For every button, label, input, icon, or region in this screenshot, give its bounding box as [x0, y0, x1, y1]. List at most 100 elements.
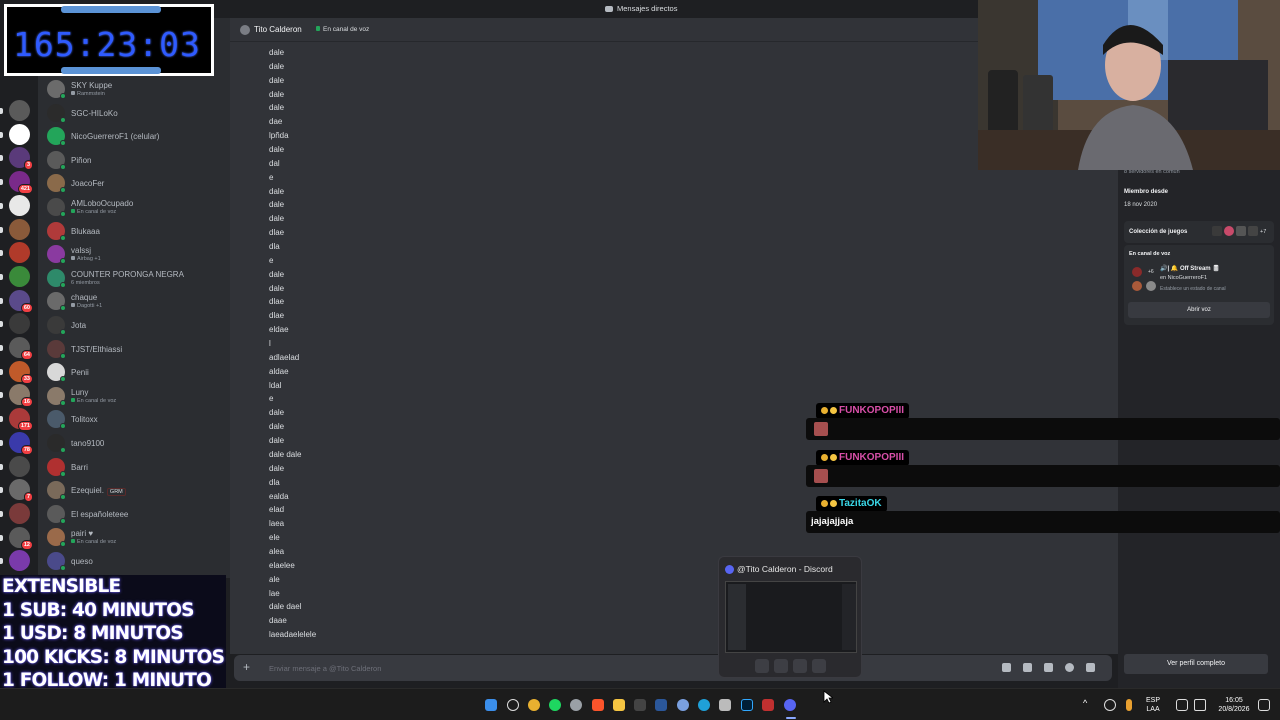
- add-attachment-icon[interactable]: +: [243, 661, 250, 673]
- dm-item[interactable]: pairi ♥ En canal de voz: [44, 526, 224, 548]
- taskbar-preview[interactable]: @Tito Calderon - Discord: [718, 556, 862, 678]
- dm-item[interactable]: SKY Kuppe Rammstein: [44, 78, 224, 100]
- calculator-icon[interactable]: [719, 699, 731, 711]
- dm-activity: En canal de voz: [71, 539, 116, 545]
- camera-icon[interactable]: [755, 659, 769, 673]
- preview-thumbnail[interactable]: [725, 581, 857, 653]
- server-icon[interactable]: [9, 550, 30, 572]
- copilot-icon[interactable]: [677, 699, 689, 711]
- dm-item[interactable]: Piñon: [44, 149, 224, 171]
- rockstar-icon[interactable]: [762, 699, 774, 711]
- server-icon[interactable]: 64: [9, 337, 33, 360]
- dm-item[interactable]: SGC-HILoKo: [44, 102, 224, 124]
- webcam-image: [978, 0, 1280, 170]
- server-icon[interactable]: [9, 313, 30, 335]
- recipient-avatar[interactable]: [240, 25, 250, 35]
- server-icon[interactable]: [9, 100, 30, 121]
- server-icon[interactable]: 78: [9, 431, 33, 455]
- dm-item[interactable]: AMLoboOcupado En canal de voz: [44, 196, 224, 218]
- status-indicator: [60, 376, 66, 383]
- server-icon[interactable]: 3: [9, 147, 33, 171]
- clock[interactable]: 16:05 20/8/2026: [1212, 696, 1256, 714]
- emoji-icon[interactable]: [1065, 663, 1074, 672]
- sticker-icon[interactable]: [1044, 663, 1053, 672]
- dm-item[interactable]: JoacoFer: [44, 172, 224, 194]
- composer-placeholder[interactable]: Enviar mensaje a @Tito Calderon: [269, 664, 381, 673]
- brave-icon[interactable]: [592, 699, 604, 711]
- search-icon[interactable]: [507, 699, 519, 711]
- openai-icon[interactable]: [570, 699, 582, 711]
- server-icon[interactable]: 12: [9, 526, 33, 550]
- server-icon[interactable]: [9, 218, 30, 240]
- edge-icon[interactable]: [698, 699, 710, 711]
- server-icon[interactable]: 16: [9, 384, 33, 408]
- dm-name-text: Barri: [71, 462, 88, 472]
- unread-badge: 171: [17, 421, 33, 432]
- view-full-profile-button[interactable]: Ver perfil completo: [1124, 654, 1268, 674]
- gif-icon[interactable]: [1023, 663, 1032, 672]
- server-pip: [0, 368, 3, 375]
- gift-icon[interactable]: [1002, 663, 1011, 672]
- taskbar: ^ ESP LAA 16:05 20/8/2026: [0, 688, 1280, 720]
- status-indicator: [60, 447, 66, 453]
- dm-item[interactable]: valssj Airbag +1: [44, 243, 224, 265]
- network-icon[interactable]: [1176, 699, 1188, 711]
- recipient-name[interactable]: Tito Calderon: [254, 25, 302, 34]
- dm-item[interactable]: tano9100: [44, 432, 224, 454]
- dm-item[interactable]: Penii: [44, 361, 224, 383]
- dm-item[interactable]: Tolitoxx: [44, 408, 224, 430]
- spotify-icon[interactable]: [549, 699, 561, 711]
- sync-icon[interactable]: [1104, 699, 1116, 711]
- discord-taskbar-icon[interactable]: [784, 699, 796, 711]
- message-text: lae: [269, 588, 280, 598]
- server-icon[interactable]: [9, 502, 30, 524]
- apps-icon[interactable]: [1086, 663, 1095, 672]
- chevron-up-icon[interactable]: ^: [1083, 699, 1087, 708]
- dm-item[interactable]: NicoGuerreroF1 (celular): [44, 125, 224, 147]
- voice-channel-status[interactable]: Establece un estado de canal: [1160, 286, 1226, 292]
- overlay-message-text: jajajajjaja: [811, 516, 854, 527]
- server-icon[interactable]: 60: [9, 289, 33, 313]
- server-icon[interactable]: 33: [9, 360, 33, 384]
- server-icon[interactable]: [9, 242, 30, 264]
- file-explorer-icon[interactable]: [613, 699, 625, 711]
- dm-item[interactable]: El españoleteee: [44, 503, 224, 525]
- server-icon[interactable]: [9, 455, 30, 477]
- server-icon[interactable]: 171: [9, 408, 33, 432]
- windows-start-icon[interactable]: [485, 699, 497, 711]
- photoshop-icon[interactable]: [741, 699, 753, 711]
- games-card[interactable]: Colección de juegos +7: [1124, 221, 1274, 243]
- obs-icon[interactable]: [634, 699, 646, 711]
- dm-name-text: El españoleteee: [71, 509, 129, 519]
- microphone-icon[interactable]: [774, 659, 788, 673]
- volume-icon[interactable]: [1194, 699, 1206, 711]
- dm-item[interactable]: Barri: [44, 456, 224, 478]
- word-icon[interactable]: [655, 699, 667, 711]
- dm-item[interactable]: Ezequiel. GRM: [44, 479, 224, 501]
- server-icon[interactable]: [9, 265, 30, 287]
- dm-item[interactable]: Blukaaa: [44, 220, 224, 242]
- dm-item[interactable]: chaque Dagotti +1: [44, 290, 224, 312]
- keyboard-language[interactable]: ESP LAA: [1146, 696, 1160, 714]
- microphone-tray-icon[interactable]: [1126, 699, 1132, 711]
- dm-item[interactable]: Luny En canal de voz: [44, 385, 224, 407]
- server-icon[interactable]: [9, 123, 30, 145]
- message-composer[interactable]: + Enviar mensaje a @Tito Calderon: [234, 655, 1112, 681]
- dm-item[interactable]: Jota: [44, 314, 224, 336]
- message-text: elad: [269, 505, 285, 515]
- server-icon[interactable]: 421: [9, 171, 33, 195]
- open-voice-button[interactable]: Abrir voz: [1128, 302, 1270, 318]
- dm-item[interactable]: queso: [44, 550, 224, 572]
- server-icon[interactable]: [9, 194, 30, 216]
- notification-icon[interactable]: [1258, 699, 1270, 711]
- dm-item[interactable]: TJST/Elthiassi: [44, 338, 224, 360]
- chrome-icon[interactable]: [528, 699, 540, 711]
- voice-channel-name[interactable]: 🔊| 🔔 Off Stream 🎚: [1160, 265, 1220, 272]
- message-text: dale dael: [269, 602, 302, 612]
- server-icon[interactable]: 7: [9, 479, 33, 503]
- dm-item[interactable]: COUNTER PORONGA NEGRA 6 miembros: [44, 267, 224, 289]
- dm-name-text: Luny: [71, 387, 89, 397]
- disconnect-icon[interactable]: [812, 659, 826, 673]
- games-label: Colección de juegos: [1129, 229, 1188, 235]
- headphones-icon[interactable]: [793, 659, 807, 673]
